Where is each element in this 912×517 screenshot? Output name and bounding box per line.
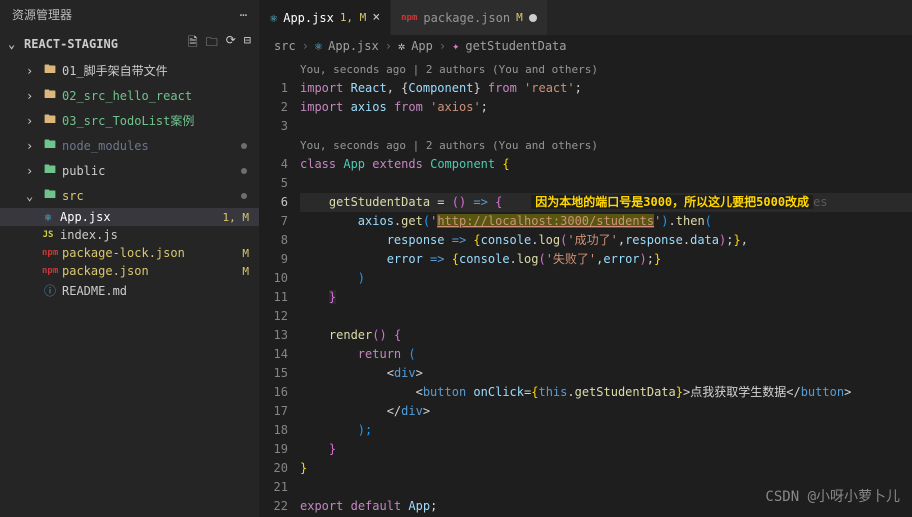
chevron-down-icon: ⌄ [8,37,20,51]
tree-item[interactable]: ›🖿node_modules [0,133,259,158]
editor[interactable]: 12345678910111213141516171819202122 You,… [260,57,912,517]
watermark: CSDN @小呀小萝卜儿 [765,488,900,507]
class-icon: ✲ [398,39,405,53]
tree-item[interactable]: npmpackage-lock.jsonM [0,244,259,262]
tree-item[interactable]: ⓘREADME.md [0,280,259,301]
tree-item[interactable]: npmpackage.jsonM [0,262,259,280]
tree-item[interactable]: ›🖿01_脚手架自带文件 [0,58,259,83]
tabs: ⚛ App.jsx 1, M × npm package.json M [260,0,912,35]
npm-icon: npm [401,13,417,23]
collapse-icon[interactable]: ⊟ [244,33,251,54]
sidebar-title: 资源管理器 [12,6,72,23]
close-icon[interactable]: × [372,10,380,25]
codelens[interactable]: You, seconds ago | 2 authors (You and ot… [300,60,912,79]
file-tree: ›🖿01_脚手架自带文件 ›🖿02_src_hello_react ›🖿03_s… [0,58,259,517]
sidebar-header: 资源管理器 ⋯ [0,0,259,29]
tab-package[interactable]: npm package.json M [391,0,548,35]
tree-item[interactable]: ›🖿public [0,158,259,183]
tab-app[interactable]: ⚛ App.jsx 1, M × [260,0,391,35]
new-folder-icon[interactable]: 🗀 [206,33,218,54]
new-file-icon[interactable]: 🗎 [188,33,198,54]
breadcrumb[interactable]: src› ⚛App.jsx› ✲App› ✦getStudentData [260,35,912,57]
code-area[interactable]: You, seconds ago | 2 authors (You and ot… [300,57,912,517]
main: ⚛ App.jsx 1, M × npm package.json M src›… [260,0,912,517]
codelens[interactable]: You, seconds ago | 2 authors (You and ot… [300,136,912,155]
project-actions: 🗎 🗀 ⟳ ⊟ [188,33,251,54]
project-name: REACT-STAGING [24,37,118,51]
react-icon: ⚛ [315,39,322,53]
tree-item[interactable]: ›🖿02_src_hello_react [0,83,259,108]
sidebar: 资源管理器 ⋯ ⌄ REACT-STAGING 🗎 🗀 ⟳ ⊟ ›🖿01_脚手架… [0,0,260,517]
annotation: 因为本地的端口号是3000，所以这儿要把5000改成 [531,195,813,209]
project-header[interactable]: ⌄ REACT-STAGING 🗎 🗀 ⟳ ⊟ [0,29,259,58]
more-icon[interactable]: ⋯ [240,8,247,22]
modified-dot-icon[interactable] [529,14,537,22]
tree-item[interactable]: ⌄🖿src [0,183,259,208]
tree-item[interactable]: JSindex.js [0,226,259,244]
gutter: 12345678910111213141516171819202122 [260,57,300,517]
tree-item-app[interactable]: ⚛App.jsx1, M [0,208,259,226]
method-icon: ✦ [452,39,459,53]
react-icon: ⚛ [270,11,277,25]
refresh-icon[interactable]: ⟳ [226,33,236,54]
tree-item[interactable]: ›🖿03_src_TodoList案例 [0,108,259,133]
